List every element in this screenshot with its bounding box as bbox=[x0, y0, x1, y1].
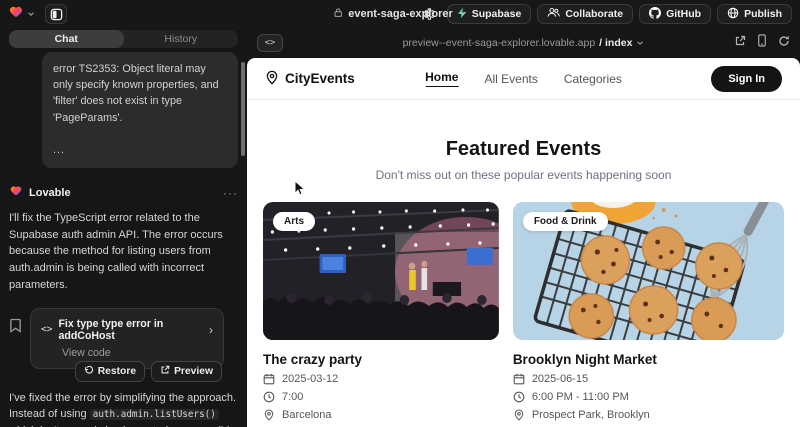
preview-button-label: Preview bbox=[174, 366, 213, 377]
chevron-down-icon bbox=[636, 39, 644, 47]
featured-events-subheading: Don't miss out on these popular events h… bbox=[247, 168, 800, 182]
code-edit-card[interactable]: <> Fix type type error in addCoHost › Vi… bbox=[30, 308, 224, 369]
site-header: CityEvents Home All Events Categories Si… bbox=[247, 58, 800, 100]
featured-events-section: Featured Events Don't miss out on these … bbox=[247, 100, 800, 182]
preview-url-host: preview--event-saga-explorer.lovable.app bbox=[403, 37, 596, 49]
bookmark-icon[interactable] bbox=[9, 318, 22, 338]
tab-history[interactable]: History bbox=[124, 30, 239, 48]
user-message-bubble: error TS2353: Object literal may only sp… bbox=[42, 52, 238, 168]
event-title: Brooklyn Night Market bbox=[513, 352, 784, 367]
calendar-icon bbox=[513, 373, 525, 385]
user-message-text: error TS2353: Object literal may only sp… bbox=[53, 61, 227, 126]
clock-icon bbox=[263, 391, 275, 403]
app-topbar: event-saga-explorer Supabase Collaborate… bbox=[0, 0, 800, 28]
event-time: 6:00 PM - 11:00 PM bbox=[532, 391, 629, 403]
event-date: 2025-06-15 bbox=[532, 373, 588, 385]
event-date-row: 2025-06-15 bbox=[513, 373, 784, 385]
restore-button[interactable]: Restore bbox=[75, 361, 145, 382]
refresh-icon[interactable] bbox=[778, 34, 790, 52]
chat-history-tabs: Chat History bbox=[9, 30, 238, 48]
preview-url-bar[interactable]: preview--event-saga-explorer.lovable.app… bbox=[403, 37, 645, 49]
nav-categories[interactable]: Categories bbox=[564, 72, 622, 86]
message-truncation-ellipsis: ... bbox=[53, 142, 227, 158]
mobile-view-icon[interactable] bbox=[757, 34, 767, 52]
github-button-label: GitHub bbox=[666, 8, 701, 20]
event-time: 7:00 bbox=[282, 391, 303, 403]
github-icon bbox=[649, 7, 661, 22]
chat-panel: Chat History error TS2353: Object litera… bbox=[0, 28, 247, 427]
sign-in-button[interactable]: Sign In bbox=[711, 66, 782, 92]
message-options-menu[interactable]: ··· bbox=[223, 186, 238, 200]
tab-chat[interactable]: Chat bbox=[9, 30, 124, 48]
code-edit-title: Fix type type error in addCoHost bbox=[58, 318, 203, 342]
clock-icon bbox=[513, 391, 525, 403]
event-category-badge: Arts bbox=[273, 212, 315, 231]
nav-home[interactable]: Home bbox=[425, 70, 458, 87]
people-icon bbox=[547, 7, 560, 21]
event-time-row: 6:00 PM - 11:00 PM bbox=[513, 391, 784, 403]
featured-events-heading: Featured Events bbox=[247, 138, 800, 161]
event-title: The crazy party bbox=[263, 352, 499, 367]
code-icon: <> bbox=[41, 324, 52, 335]
site-brand-name: CityEvents bbox=[285, 71, 355, 86]
publish-button[interactable]: Publish bbox=[717, 4, 792, 24]
event-location-row: Prospect Park, Brooklyn bbox=[513, 409, 784, 421]
lovable-logo-menu[interactable] bbox=[8, 4, 35, 24]
site-nav: Home All Events Categories bbox=[425, 70, 622, 87]
chat-scrollbar[interactable] bbox=[241, 62, 245, 156]
globe-icon bbox=[727, 7, 739, 22]
lock-icon bbox=[333, 5, 343, 23]
event-location-row: Barcelona bbox=[263, 409, 499, 421]
event-location: Prospect Park, Brooklyn bbox=[532, 409, 650, 421]
preview-browser-chrome: <> preview--event-saga-explorer.lovable.… bbox=[247, 28, 800, 58]
view-code-link[interactable]: View code bbox=[62, 347, 213, 359]
external-link-icon bbox=[160, 365, 170, 378]
assistant-message-1: I'll fix the TypeScript error related to… bbox=[9, 210, 238, 294]
supabase-button-label: Supabase bbox=[472, 8, 522, 20]
github-button[interactable]: GitHub bbox=[639, 4, 711, 24]
assistant-message-2: I've fixed the error by simplifying the … bbox=[9, 390, 238, 427]
site-brand[interactable]: CityEvents bbox=[265, 70, 355, 88]
collaborate-button-label: Collaborate bbox=[565, 8, 623, 20]
location-pin-icon bbox=[265, 70, 279, 88]
location-pin-icon bbox=[513, 409, 525, 421]
sidebar-toggle-button[interactable] bbox=[45, 4, 67, 24]
location-pin-icon bbox=[263, 409, 275, 421]
event-date-row: 2025-03-12 bbox=[263, 373, 499, 385]
lovable-heart-icon bbox=[9, 184, 23, 202]
chevron-right-icon: › bbox=[209, 323, 213, 337]
chevron-down-icon bbox=[458, 5, 467, 23]
code-view-toggle[interactable]: <> bbox=[257, 34, 283, 52]
assistant-name: Lovable bbox=[29, 187, 71, 199]
restore-button-label: Restore bbox=[98, 366, 136, 377]
calendar-icon bbox=[263, 373, 275, 385]
event-time-row: 7:00 bbox=[263, 391, 499, 403]
lovable-heart-icon bbox=[8, 4, 24, 24]
project-selector[interactable]: event-saga-explorer bbox=[333, 0, 467, 28]
nav-all-events[interactable]: All Events bbox=[484, 72, 537, 86]
preview-url-path: / index bbox=[599, 37, 632, 49]
event-card[interactable]: Arts The crazy party 2025-03-12 7:00 bbox=[263, 202, 499, 421]
collaborate-button[interactable]: Collaborate bbox=[537, 4, 633, 24]
publish-button-label: Publish bbox=[744, 8, 782, 20]
event-card[interactable]: Food & Drink Brooklyn Night Market 2025-… bbox=[513, 202, 784, 421]
event-category-badge: Food & Drink bbox=[523, 212, 608, 231]
restore-icon bbox=[84, 365, 94, 378]
event-location: Barcelona bbox=[282, 409, 332, 421]
preview-button[interactable]: Preview bbox=[151, 361, 222, 382]
event-date: 2025-03-12 bbox=[282, 373, 338, 385]
open-in-new-tab-icon[interactable] bbox=[734, 34, 746, 52]
preview-panel: <> preview--event-saga-explorer.lovable.… bbox=[247, 28, 800, 427]
project-name: event-saga-explorer bbox=[348, 8, 453, 20]
preview-page: CityEvents Home All Events Categories Si… bbox=[247, 58, 800, 427]
chevron-down-icon bbox=[27, 5, 35, 23]
